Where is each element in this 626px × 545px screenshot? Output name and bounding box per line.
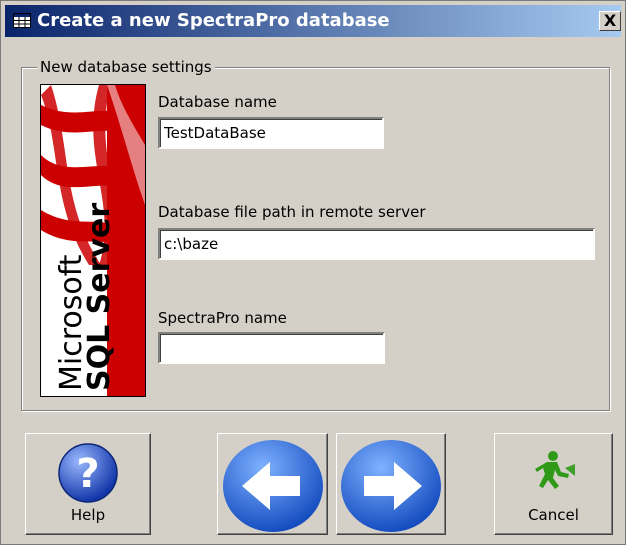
help-icon: ? xyxy=(58,443,118,503)
table-icon xyxy=(13,13,31,28)
help-button-label: Help xyxy=(70,506,106,524)
next-button[interactable] xyxy=(336,433,446,535)
back-button[interactable] xyxy=(217,433,328,535)
cancel-button-label: Cancel xyxy=(528,506,579,524)
sql-server-logo-art: Microsoft SQL Server xyxy=(41,85,145,396)
close-button[interactable]: X xyxy=(599,11,621,31)
logo-sql-server-text: SQL Server xyxy=(82,203,117,391)
spectrapro-name-input[interactable] xyxy=(158,332,385,364)
database-name-label: Database name xyxy=(158,93,277,111)
database-path-input[interactable]: c:\baze xyxy=(158,228,595,260)
window-title: Create a new SpectraPro database xyxy=(37,10,390,31)
back-arrow-icon xyxy=(223,440,323,532)
forward-arrow-icon xyxy=(341,440,441,532)
sql-server-logo: Microsoft SQL Server xyxy=(40,84,146,397)
cancel-button[interactable]: Cancel xyxy=(494,433,613,535)
database-path-label: Database file path in remote server xyxy=(158,203,426,221)
database-name-input[interactable]: TestDataBase xyxy=(158,117,384,149)
spectrapro-name-label: SpectraPro name xyxy=(158,309,287,327)
groupbox-legend: New database settings xyxy=(37,57,215,77)
title-bar[interactable]: Create a new SpectraPro database X xyxy=(5,5,621,37)
dialog-window: Create a new SpectraPro database X New d… xyxy=(0,0,626,545)
exit-icon xyxy=(535,451,575,489)
svg-text:?: ? xyxy=(76,451,99,497)
help-button[interactable]: ? Help xyxy=(25,433,151,535)
